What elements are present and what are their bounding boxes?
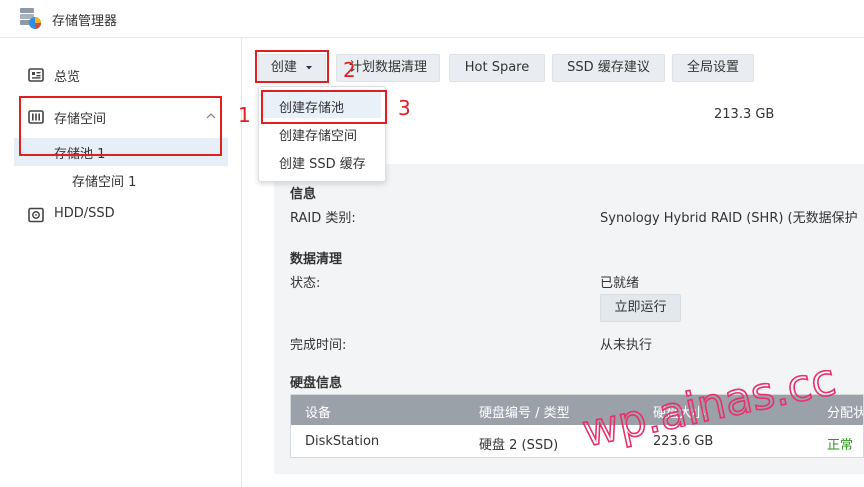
raid-type-label: RAID 类别: [290, 211, 356, 226]
sidebar-item-storage[interactable]: 存储空间 [14, 102, 228, 132]
storage-icon [28, 110, 44, 124]
column-header-number-type: 硬盘编号 / 类型 [479, 406, 570, 421]
raid-type-value: Synology Hybrid RAID (SHR) (无数据保护 [600, 211, 858, 226]
scrub-done-value: 从未执行 [600, 338, 653, 353]
menu-item-label: 创建存储空间 [279, 129, 358, 144]
scrub-done-label: 完成时间: [290, 338, 347, 353]
sidebar-item-overview[interactable]: 总览 [14, 60, 228, 90]
info-section-title: 信息 [290, 187, 317, 202]
sidebar-item-label: 存储池 1 [54, 147, 106, 162]
disk-icon [28, 207, 44, 223]
sidebar-item-hdd-ssd[interactable]: HDD/SSD [14, 200, 228, 230]
annotation-label-3: 3 [398, 96, 411, 120]
menu-item-label: 创建 SSD 缓存 [279, 157, 366, 172]
disk-size: 223.6 GB [653, 434, 714, 449]
window-title: 存储管理器 [52, 14, 118, 29]
disk-table-header: 设备 硬盘编号 / 类型 硬盘大小 分配状 [291, 395, 864, 425]
create-dropdown-menu: 创建存储池 创建存储空间 创建 SSD 缓存 [258, 86, 386, 182]
column-header-size: 硬盘大小 [653, 406, 706, 421]
menu-item-label: 创建存储池 [279, 101, 345, 116]
sidebar-item-label: HDD/SSD [54, 206, 115, 221]
disk-number-type: 硬盘 2 (SSD) [479, 438, 559, 453]
column-header-status: 分配状 [827, 406, 864, 421]
create-button-label: 创建 [270, 60, 297, 75]
scrub-status-label: 状态: [290, 276, 321, 291]
ssd-cache-advisor-button[interactable]: SSD 缓存建议 [552, 54, 665, 82]
column-header-device: 设备 [305, 406, 332, 421]
menu-item-create-storage-pool[interactable]: 创建存储池 [263, 92, 381, 118]
disk-device: DiskStation [305, 434, 380, 449]
title-bar: 存储管理器 [0, 0, 864, 38]
sidebar-item-storage-pool-1[interactable]: 存储池 1 [14, 138, 228, 166]
annotation-label-1: 1 [238, 103, 251, 127]
disk-status: 正常 [827, 438, 854, 453]
sidebar-item-label: 存储空间 [54, 112, 107, 127]
run-now-button[interactable]: 立即运行 [600, 294, 681, 322]
menu-item-create-volume[interactable]: 创建存储空间 [263, 120, 381, 146]
storage-manager-app-icon [20, 8, 41, 29]
overview-icon [28, 68, 44, 82]
chevron-up-icon[interactable] [206, 111, 216, 121]
sidebar-item-label: 存储空间 1 [72, 175, 137, 190]
disk-info-section-title: 硬盘信息 [290, 376, 343, 391]
sidebar-item-volume-1[interactable]: 存储空间 1 [14, 166, 228, 194]
pool-capacity: 213.3 GB [714, 107, 775, 122]
annotation-label-2: 2 [343, 58, 356, 82]
global-settings-button[interactable]: 全局设置 [672, 54, 754, 82]
scrub-status-value: 已就绪 [600, 276, 640, 291]
hot-spare-button[interactable]: Hot Spare [449, 54, 545, 82]
scrub-section-title: 数据清理 [290, 252, 343, 267]
menu-item-create-ssd-cache[interactable]: 创建 SSD 缓存 [263, 148, 381, 174]
disk-table: 设备 硬盘编号 / 类型 硬盘大小 分配状 DiskStation 硬盘 2 (… [290, 394, 864, 458]
caret-down-icon [306, 65, 313, 69]
create-dropdown-button[interactable]: 创建 [258, 54, 326, 82]
sidebar-item-label: 总览 [54, 70, 81, 85]
